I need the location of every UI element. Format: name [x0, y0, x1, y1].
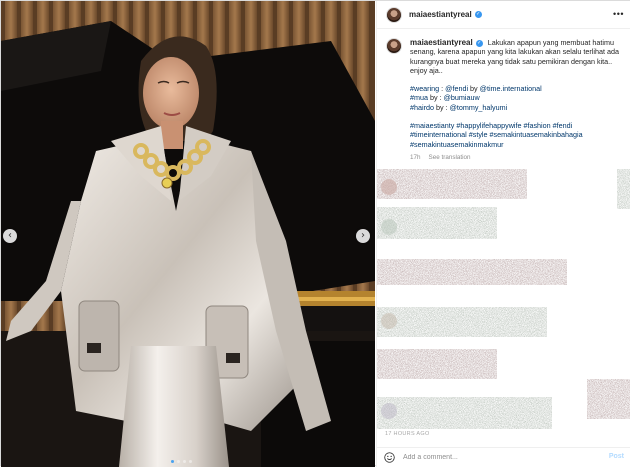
- mention-link[interactable]: @time.international: [480, 84, 542, 93]
- caption-credits: #wearing : @fendi by @time.international…: [410, 84, 628, 112]
- comment-input[interactable]: [403, 454, 583, 461]
- more-options-icon[interactable]: •••: [613, 9, 624, 19]
- hashtag-link[interactable]: #hairdo: [410, 103, 434, 112]
- post-age: 17h: [410, 153, 421, 161]
- mention-link[interactable]: @bumiauw: [444, 93, 480, 102]
- hashtag-list[interactable]: #maiaestianty #happylifehappywife #fashi…: [410, 121, 583, 149]
- caption-meta: 17h See translation: [410, 153, 628, 162]
- avatar[interactable]: [386, 38, 402, 54]
- hashtag-link[interactable]: #mua: [410, 93, 428, 102]
- carousel-dot: [189, 460, 192, 463]
- caption-text: by :: [433, 102, 450, 112]
- blurred-comments-graphic: [377, 169, 630, 429]
- post-side-panel: maiaestiantyreal ✓ ••• maiaestiantyreal ✓…: [376, 1, 630, 467]
- post-modal: ‹ › maiaestiantyreal ✓ ••• maiaestiantyr…: [0, 0, 630, 467]
- post-comment-button[interactable]: Post: [609, 453, 624, 460]
- comments-list-blurred: [377, 169, 630, 437]
- username-link[interactable]: maiaestiantyreal: [409, 10, 472, 19]
- comment-bar: Post: [377, 447, 630, 467]
- emoji-icon[interactable]: [384, 452, 395, 463]
- mention-link[interactable]: @tommy_halyumi: [450, 103, 508, 112]
- verified-badge-icon: ✓: [474, 11, 482, 18]
- caption: maiaestiantyreal ✓ Lakukan apapun yang me…: [410, 38, 628, 162]
- chevron-left-icon[interactable]: ‹: [3, 229, 17, 243]
- timestamp: 17 HOURS AGO: [385, 431, 430, 437]
- caption-block: maiaestiantyreal ✓ Lakukan apapun yang me…: [377, 38, 630, 162]
- carousel-dot: [183, 460, 186, 463]
- photo-scene: [1, 1, 375, 467]
- mention-link[interactable]: @fendi: [445, 84, 468, 93]
- caption-text: by: [468, 84, 480, 94]
- post-header: maiaestiantyreal ✓ •••: [377, 1, 630, 29]
- post-photo[interactable]: ‹ ›: [1, 1, 375, 467]
- carousel-indicator: [171, 460, 192, 463]
- caption-text: by :: [427, 93, 444, 103]
- see-translation-link[interactable]: See translation: [429, 154, 471, 161]
- carousel-dot: [177, 460, 180, 463]
- hashtag-link[interactable]: #wearing: [410, 84, 439, 93]
- caption-username-link[interactable]: maiaestiantyreal: [410, 38, 473, 47]
- avatar[interactable]: [386, 6, 402, 23]
- carousel-dot: [171, 460, 174, 463]
- chevron-right-icon[interactable]: ›: [356, 229, 370, 243]
- verified-badge-icon: ✓: [475, 39, 483, 47]
